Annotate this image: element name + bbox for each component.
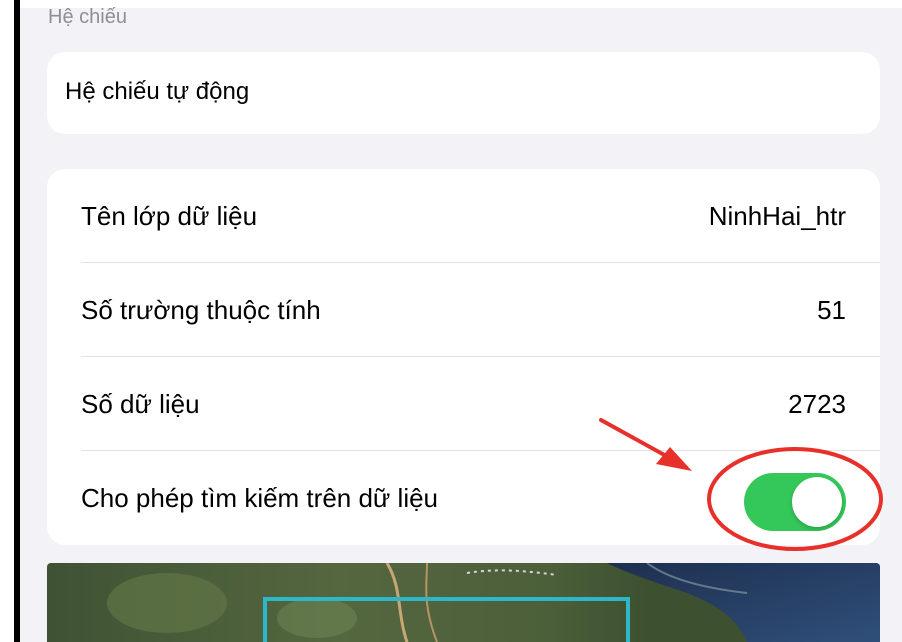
projection-section-label: Hệ chiếu	[48, 6, 127, 28]
projection-field[interactable]: Hệ chiếu tự động	[47, 52, 880, 134]
satellite-map-image	[47, 563, 880, 642]
top-strip	[20, 0, 902, 8]
toggle-knob	[792, 477, 842, 527]
satellite-map-thumbnail-icon[interactable]	[47, 563, 880, 642]
row-layer-name: Tên lớp dữ liệu NinhHai_htr	[47, 169, 880, 263]
row-record-count-label: Số dữ liệu	[81, 389, 200, 419]
search-toggle-label: Cho phép tìm kiếm trên dữ liệu	[81, 483, 439, 513]
row-attribute-count-label: Số trường thuộc tính	[81, 295, 321, 325]
row-layer-name-value: NinhHai_htr	[708, 201, 846, 231]
projection-field-value: Hệ chiếu tự động	[65, 78, 250, 105]
row-attribute-count-value: 51	[817, 295, 846, 325]
row-layer-name-label: Tên lớp dữ liệu	[81, 201, 258, 231]
layer-info-card: Tên lớp dữ liệu NinhHai_htr Số trường th…	[47, 169, 880, 545]
window-border	[14, 0, 20, 642]
row-search-toggle: Cho phép tìm kiếm trên dữ liệu	[47, 451, 880, 545]
search-toggle-switch[interactable]	[744, 473, 846, 531]
row-record-count: Số dữ liệu 2723	[47, 357, 880, 451]
row-record-count-value: 2723	[788, 389, 846, 419]
row-attribute-count: Số trường thuộc tính 51	[47, 263, 880, 357]
window-edge	[0, 0, 14, 642]
